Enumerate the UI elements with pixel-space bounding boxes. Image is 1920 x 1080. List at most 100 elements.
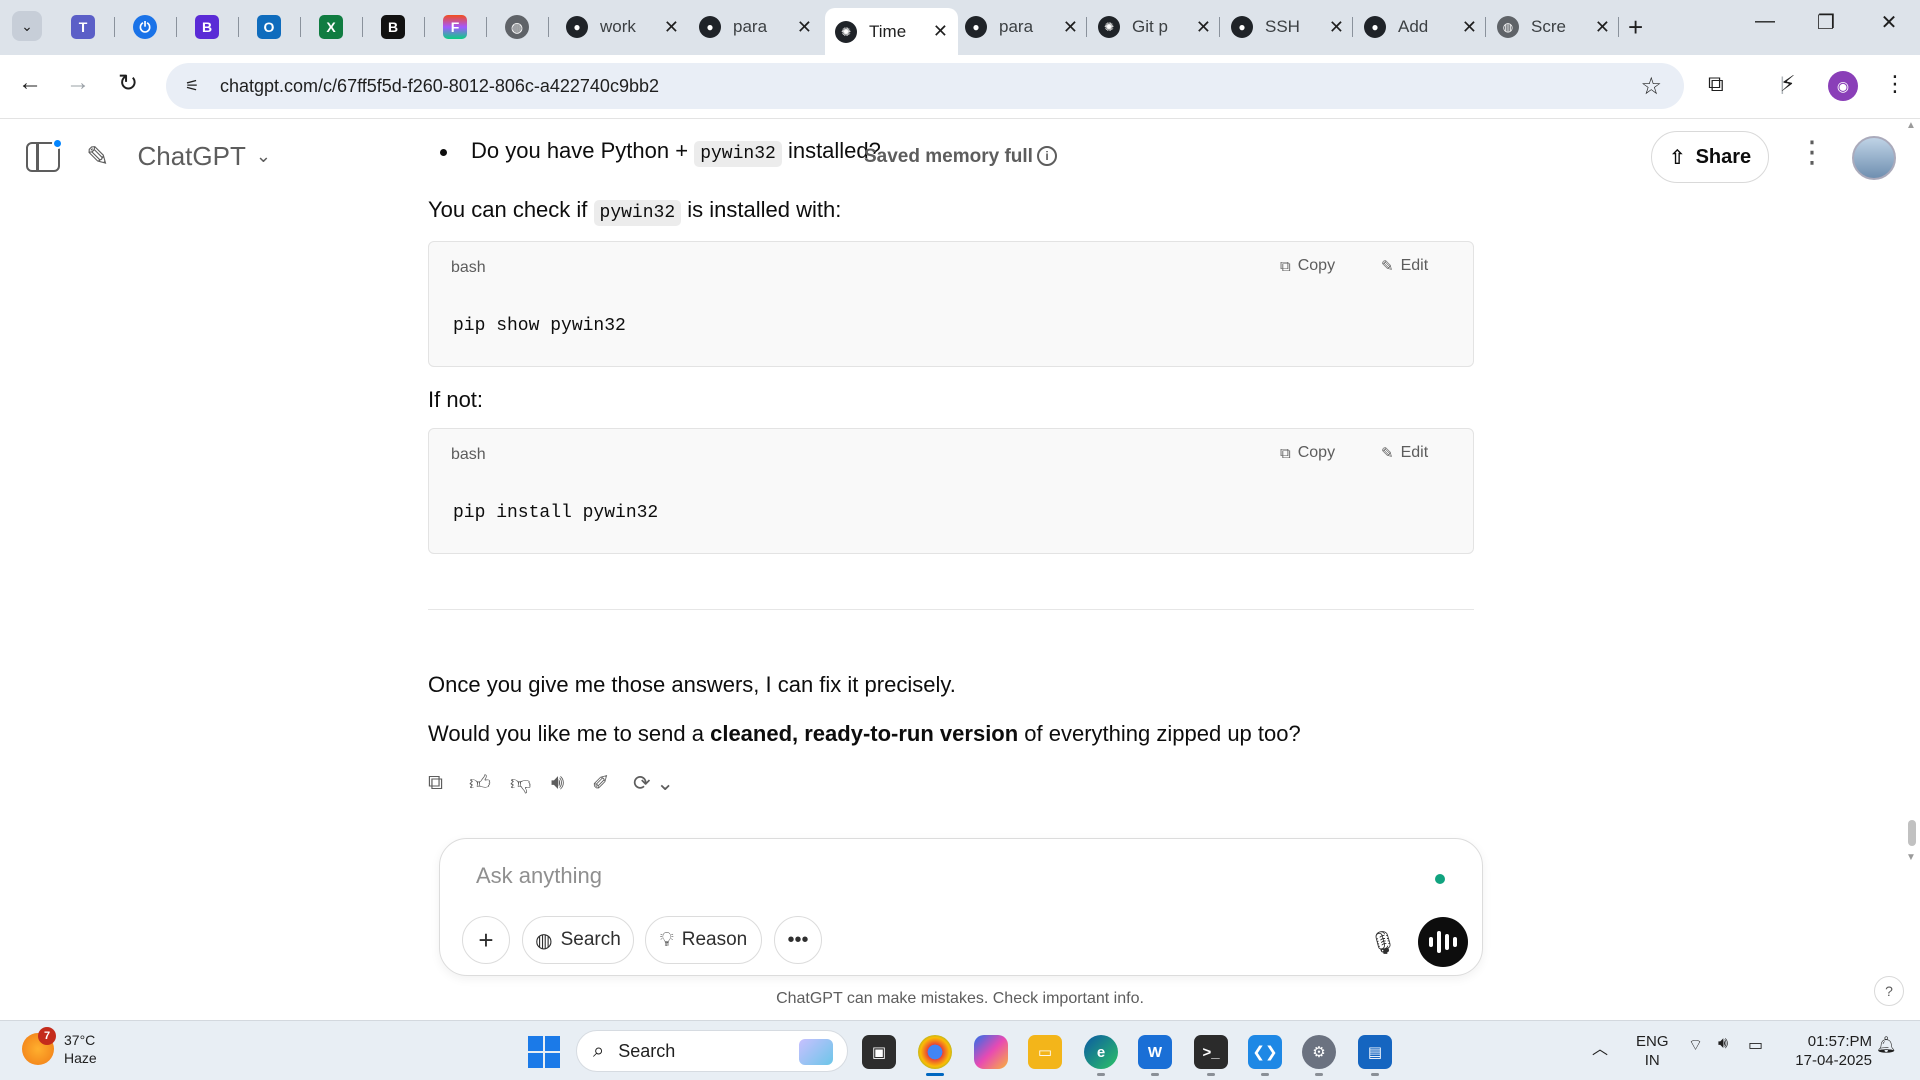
pinned-tab-teams[interactable]: T <box>52 10 114 44</box>
restore-icon[interactable]: ❐ <box>1803 10 1849 35</box>
extensions-icon[interactable]: ⧉ <box>1708 71 1724 97</box>
page-scrollbar[interactable]: ▲ ▼ <box>1906 120 1916 863</box>
browser-tab[interactable]: ◍ Scre ✕ <box>1487 8 1620 46</box>
disclaimer: ChatGPT can make mistakes. Check importa… <box>776 990 1144 1007</box>
performance-icon[interactable]: ⚡ <box>1780 71 1795 97</box>
input-language[interactable]: ENG IN <box>1636 1032 1669 1070</box>
chevron-down-icon[interactable]: ⌄ <box>256 146 271 167</box>
bookmark-star-icon[interactable]: ☆ <box>1640 72 1662 101</box>
attach-button[interactable]: + <box>462 916 510 964</box>
close-tab-icon[interactable]: ✕ <box>1462 17 1477 38</box>
writer-icon[interactable]: W <box>1138 1035 1172 1069</box>
browser-tab[interactable]: ● SSH ✕ <box>1221 8 1354 46</box>
edit-canvas-icon[interactable]: ✐ <box>592 771 633 796</box>
voice-mode-button[interactable] <box>1418 917 1468 967</box>
copy-icon[interactable]: ⧉ <box>428 771 469 795</box>
temperature: 37°C <box>64 1032 96 1048</box>
model-selector[interactable]: ChatGPT <box>137 141 245 172</box>
scroll-down-icon[interactable]: ▼ <box>1906 852 1916 863</box>
edge-icon[interactable]: e <box>1084 1035 1118 1069</box>
figma-icon: F <box>443 15 467 39</box>
scroll-up-icon[interactable]: ▲ <box>1906 120 1916 131</box>
close-window-icon[interactable]: ✕ <box>1866 10 1912 35</box>
image-viewer-icon[interactable]: ▤ <box>1358 1035 1392 1069</box>
reload-icon[interactable]: ↻ <box>110 69 146 98</box>
more-tools-button[interactable]: ••• <box>774 916 822 964</box>
browser-tab[interactable]: ● para ✕ <box>955 8 1088 46</box>
tab-search-chevron-icon[interactable]: ⌄ <box>12 11 42 41</box>
address-bar[interactable]: ⚟ chatgpt.com/c/67ff5f5d-f260-8012-806c-… <box>166 63 1684 109</box>
help-icon[interactable]: ? <box>1874 976 1904 1006</box>
browser-tab[interactable]: ● work ✕ <box>556 8 689 46</box>
profile-avatar-icon[interactable]: ◉ <box>1828 71 1858 101</box>
pinned-tab-b[interactable]: B <box>176 10 238 44</box>
close-tab-icon[interactable]: ✕ <box>1595 17 1610 38</box>
new-chat-icon[interactable]: ✎ <box>86 140 109 173</box>
site-info-icon[interactable]: ⚟ <box>172 76 212 96</box>
browser-tab[interactable]: ✺ Git p ✕ <box>1088 8 1221 46</box>
github-icon: ● <box>699 16 721 38</box>
vscode-icon[interactable]: ❮❯ <box>1248 1035 1282 1069</box>
user-avatar[interactable] <box>1852 136 1896 180</box>
thumbs-down-icon[interactable]: 👎︎ <box>510 770 551 796</box>
thumbs-up-icon[interactable]: 👍︎ <box>469 770 510 796</box>
code-block: bash ⧉ Copy ✎ Edit pip show pywin32 <box>428 241 1474 367</box>
pinned-tab-power[interactable]: ⏻ <box>114 10 176 44</box>
close-tab-icon[interactable]: ✕ <box>664 17 679 38</box>
forward-icon[interactable]: → <box>60 69 96 97</box>
copilot-icon[interactable] <box>974 1035 1008 1069</box>
wifi-icon[interactable]: ⌔ <box>1688 1035 1703 1055</box>
close-tab-icon[interactable]: ✕ <box>1063 17 1078 38</box>
chrome-icon[interactable] <box>918 1035 952 1069</box>
microphone-icon[interactable]: 🎙︎ <box>1361 921 1405 965</box>
battery-icon[interactable]: ▭ <box>1748 1035 1763 1055</box>
volume-icon[interactable]: 🔊︎ <box>1718 1035 1728 1053</box>
search-button[interactable]: ◍ Search <box>522 916 634 964</box>
close-tab-icon[interactable]: ✕ <box>797 17 812 38</box>
close-tab-icon[interactable]: ✕ <box>1329 17 1344 38</box>
new-tab-button[interactable]: + <box>1628 12 1643 43</box>
close-tab-icon[interactable]: ✕ <box>933 21 948 42</box>
pinned-tab-figma[interactable]: F <box>424 10 486 44</box>
close-tab-icon[interactable]: ✕ <box>1196 17 1211 38</box>
prompt-input[interactable]: Ask anything <box>476 863 602 889</box>
url-text[interactable]: chatgpt.com/c/67ff5f5d-f260-8012-806c-a4… <box>220 76 1640 97</box>
share-button[interactable]: ⇧ Share <box>1651 131 1769 183</box>
more-options-icon[interactable]: ⋮ <box>1797 138 1827 168</box>
terminal-icon[interactable]: >_ <box>1194 1035 1228 1069</box>
browser-tab[interactable]: ● para ✕ <box>689 8 822 46</box>
read-aloud-icon[interactable]: 🔊︎ <box>551 771 592 795</box>
scroll-thumb[interactable] <box>1908 820 1916 846</box>
back-icon[interactable]: ← <box>12 69 48 97</box>
browser-tab[interactable]: ● Add ✕ <box>1354 8 1487 46</box>
pinned-tab-behance[interactable]: B <box>362 10 424 44</box>
pinned-tab-outlook[interactable]: O <box>238 10 300 44</box>
taskbar-search[interactable]: ⌕ Search <box>576 1030 848 1072</box>
chatgpt-header-left: ✎ ChatGPT ⌄ <box>26 137 271 173</box>
tray-overflow-chevron-icon[interactable]: ︿ <box>1592 1035 1608 1059</box>
reason-button[interactable]: 💡︎ Reason <box>645 916 762 964</box>
notifications-icon[interactable]: 🔔︎ <box>1876 1035 1896 1055</box>
pinned-tab-globe[interactable]: ◍ <box>486 10 548 44</box>
paragraph: You can check if pywin32 is installed wi… <box>428 197 1473 226</box>
browser-toolbar: ← → ↻ ⚟ chatgpt.com/c/67ff5f5d-f260-8012… <box>0 55 1920 119</box>
memory-full-notice[interactable]: Saved memory full <box>864 146 1033 168</box>
info-icon[interactable]: i <box>1037 146 1057 166</box>
copy-icon: ⧉ <box>1280 444 1291 462</box>
regenerate-icon[interactable]: ⟳ ⌄ <box>633 771 674 796</box>
windows-start-icon[interactable] <box>528 1036 560 1068</box>
task-view-icon[interactable]: ▣ <box>862 1035 896 1069</box>
file-explorer-icon[interactable]: ▭ <box>1028 1035 1062 1069</box>
sidebar-toggle-icon[interactable] <box>26 137 63 172</box>
browser-tab-active[interactable]: ✺ Time ✕ <box>825 8 958 55</box>
pinned-tab-excel[interactable]: X <box>300 10 362 44</box>
edit-code-button[interactable]: ✎ Edit <box>1381 444 1428 462</box>
minimize-icon[interactable]: — <box>1742 10 1788 33</box>
edit-code-button[interactable]: ✎ Edit <box>1381 257 1428 275</box>
system-clock[interactable]: 01:57:PM 17-04-2025 <box>1788 1032 1872 1070</box>
weather-widget[interactable]: 7 37°C Haze <box>22 1027 97 1067</box>
browser-menu-icon[interactable]: ⋮ <box>1884 71 1906 97</box>
copy-code-button[interactable]: ⧉ Copy <box>1280 257 1335 275</box>
settings-gear-icon[interactable]: ⚙ <box>1302 1035 1336 1069</box>
copy-code-button[interactable]: ⧉ Copy <box>1280 444 1335 462</box>
